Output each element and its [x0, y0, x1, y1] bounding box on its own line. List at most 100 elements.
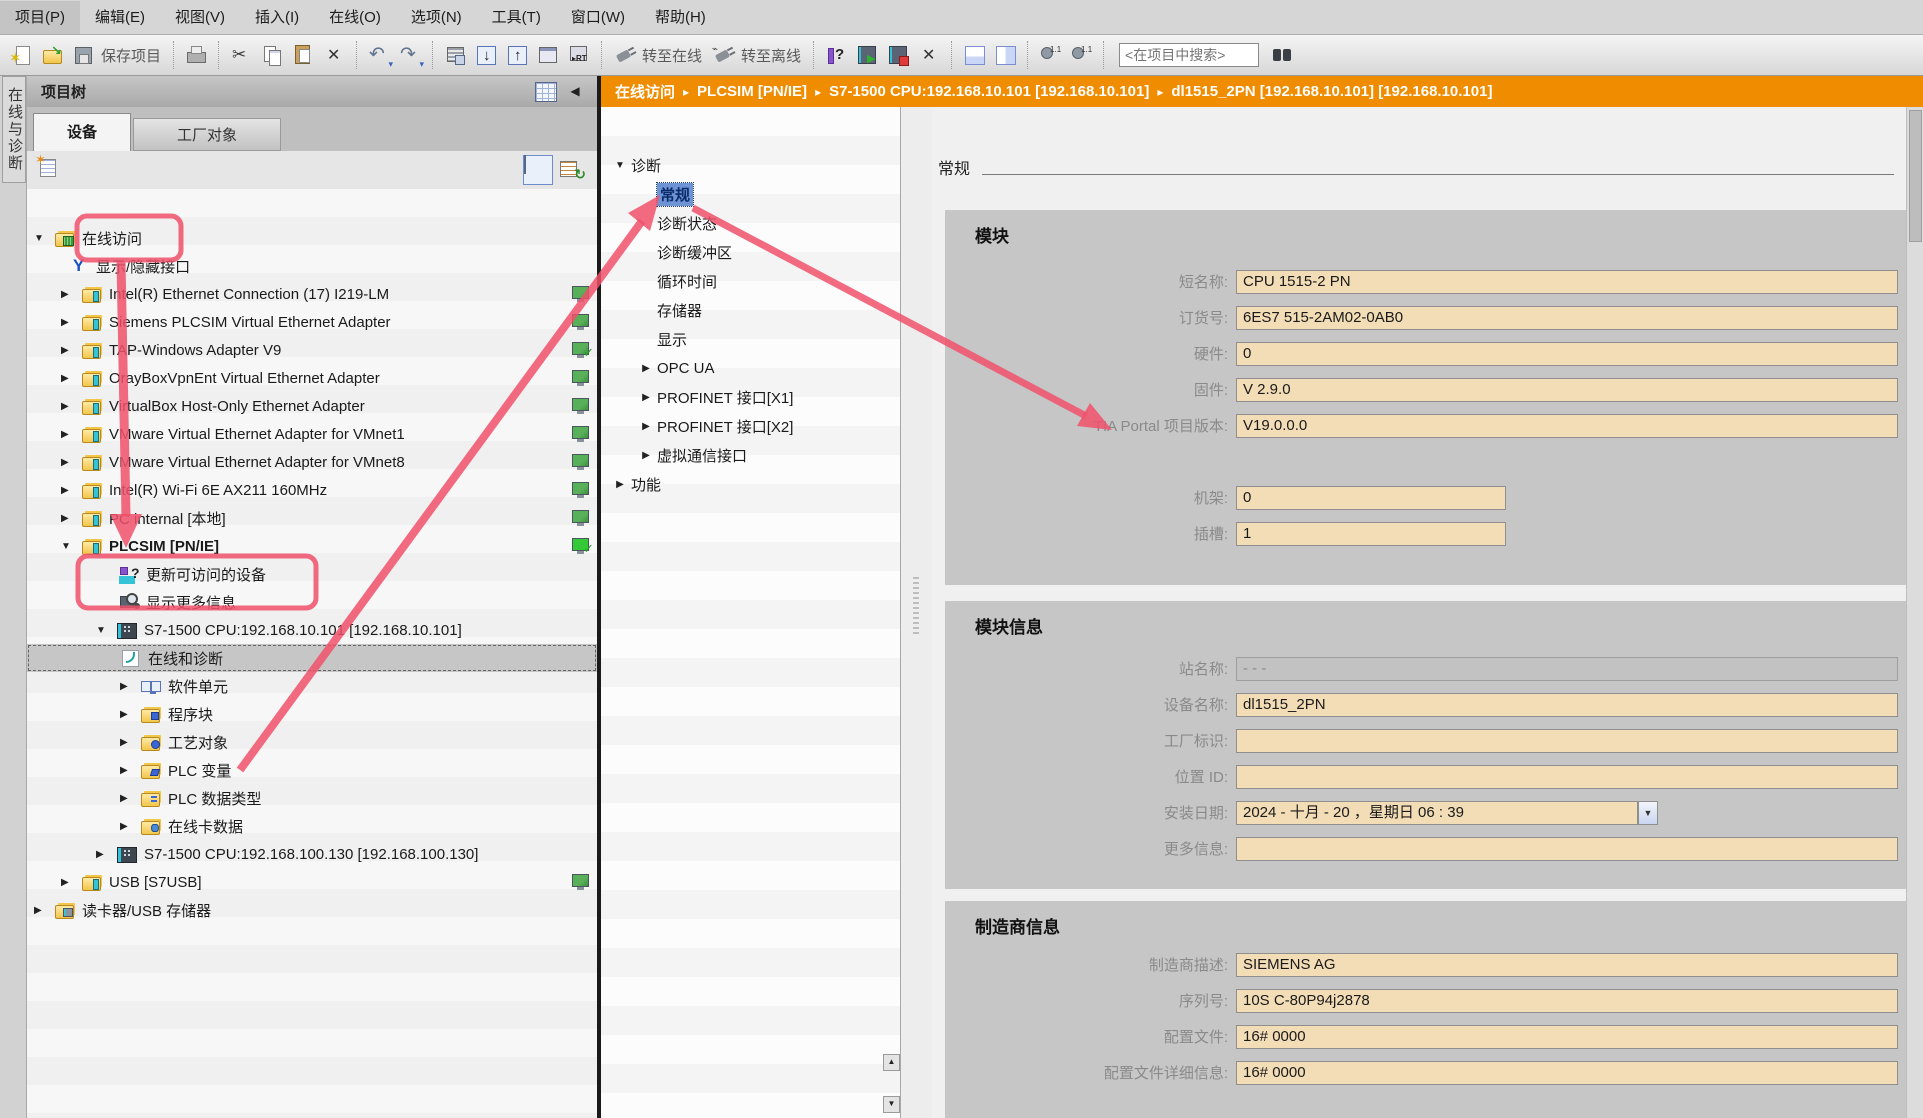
expander-closed-icon[interactable]: ▶	[96, 849, 116, 860]
tree-item-vmware-vmnet1[interactable]: ▶VMware Virtual Ethernet Adapter for VMn…	[27, 420, 597, 448]
go-offline-icon[interactable]: ⌁	[710, 42, 737, 69]
field-value-manufacturer-description[interactable]: SIEMENS AG	[1236, 953, 1898, 977]
expander-closed-icon[interactable]: ▶	[120, 737, 140, 748]
collapse-panel-icon[interactable]: ◀	[565, 82, 585, 100]
start-runtime-icon[interactable]	[566, 42, 593, 69]
diag-item-profinet-x2[interactable]: ▶PROFINET 接口[X2]	[601, 412, 933, 441]
cross-reference-icon[interactable]	[916, 42, 943, 69]
tree-item-plcsim-pnie[interactable]: ▼PLCSIM [PN/IE]✓	[27, 532, 597, 560]
split-horizontal-icon[interactable]	[961, 42, 988, 69]
download-hmi-icon[interactable]	[535, 42, 562, 69]
field-value-plant-designation[interactable]	[1236, 729, 1898, 753]
details-view-icon[interactable]	[523, 155, 553, 185]
diag-item-diagnostics[interactable]: ▼诊断	[601, 151, 907, 180]
tree-item-update-accessible-devices[interactable]: 更新可访问的设备	[27, 560, 597, 588]
tree-item-pc-internal[interactable]: ▶PC internal [本地]	[27, 504, 597, 532]
tree-item-intel-wifi[interactable]: ▶Intel(R) Wi-Fi 6E AX211 160MHz	[27, 476, 597, 504]
tree-item-plc-data-types[interactable]: ▶PLC 数据类型	[27, 784, 597, 812]
menu-item-5[interactable]: 选项(N)	[396, 1, 477, 34]
diag-item-profinet-x1[interactable]: ▶PROFINET 接口[X1]	[601, 383, 933, 412]
tab-plant-objects[interactable]: 工厂对象	[133, 118, 281, 151]
field-value-rack[interactable]: 0	[1236, 486, 1506, 510]
tree-item-virtualbox-adapter[interactable]: ▶VirtualBox Host-Only Ethernet Adapter	[27, 392, 597, 420]
tree-item-show-hide-interfaces[interactable]: 显示/隐藏接口	[27, 252, 597, 280]
tree-item-online-access[interactable]: ▼在线访问	[27, 224, 597, 252]
tree-item-oraybox-vpn-adapter[interactable]: ▶OrayBoxVpnEnt Virtual Ethernet Adapter	[27, 364, 597, 392]
print-icon[interactable]	[183, 42, 210, 69]
field-value-device-name[interactable]: dl1515_2PN	[1236, 693, 1898, 717]
menu-item-4[interactable]: 在线(O)	[314, 1, 396, 34]
field-value-profile[interactable]: 16# 0000	[1236, 1025, 1898, 1049]
go-offline-label[interactable]: 转至离线	[741, 45, 801, 66]
tree-item-show-more-info[interactable]: 显示更多信息	[27, 588, 597, 616]
expander-closed-icon[interactable]: ▶	[120, 793, 140, 804]
scroll-up-button[interactable]: ▲	[883, 1054, 900, 1071]
field-value-slot[interactable]: 1	[1236, 522, 1506, 546]
undo-icon[interactable]	[366, 42, 393, 69]
field-value-tia-portal-project-version[interactable]: V19.0.0.0	[1236, 414, 1898, 438]
new-project-icon[interactable]	[8, 42, 35, 69]
menu-item-7[interactable]: 窗口(W)	[556, 1, 640, 34]
field-value-serial-number[interactable]: 10S C-80P94j2878	[1236, 989, 1898, 1013]
detail-scrollbar[interactable]	[1906, 107, 1923, 1118]
menu-item-1[interactable]: 编辑(E)	[80, 1, 160, 34]
date-dropdown-button[interactable]: ▼	[1638, 801, 1658, 825]
field-value-profile-details[interactable]: 16# 0000	[1236, 1061, 1898, 1085]
field-value-additional-info[interactable]	[1236, 837, 1898, 861]
tree-item-tap-windows-adapter[interactable]: ▶TAP-Windows Adapter V9✓	[27, 336, 597, 364]
go-online-icon[interactable]	[611, 42, 638, 69]
tree-item-s7-1500-cpu-101[interactable]: ▼S7-1500 CPU:192.168.10.101 [192.168.10.…	[27, 616, 597, 644]
expander-open-icon[interactable]: ▼	[34, 233, 54, 244]
redo-icon[interactable]	[397, 42, 424, 69]
expander-closed-icon[interactable]: ▶	[120, 709, 140, 720]
tree-item-online-card-data[interactable]: ▶在线卡数据	[27, 812, 597, 840]
online-diagnostics-rail-tab[interactable]: 在线与诊断	[2, 76, 26, 183]
tree-item-intel-ethernet[interactable]: ▶Intel(R) Ethernet Connection (17) I219-…	[27, 280, 597, 308]
go-online-label[interactable]: 转至在线	[642, 45, 702, 66]
expander-closed-icon[interactable]: ▶	[61, 289, 81, 300]
paste-icon[interactable]	[290, 42, 317, 69]
expander-closed-icon[interactable]: ▶	[120, 681, 140, 692]
menu-item-8[interactable]: 帮助(H)	[640, 1, 721, 34]
field-value-firmware[interactable]: V 2.9.0	[1236, 378, 1898, 402]
tree-item-software-units[interactable]: ▶软件单元	[27, 672, 597, 700]
field-value-hardware[interactable]: 0	[1236, 342, 1898, 366]
start-cpu-icon[interactable]	[854, 42, 881, 69]
expander-closed-icon[interactable]: ▶	[61, 877, 81, 888]
expander-closed-icon[interactable]: ▶	[34, 905, 54, 916]
download-to-device-icon[interactable]	[473, 42, 500, 69]
expander-closed-icon[interactable]: ▶	[61, 457, 81, 468]
panel-splitter[interactable]	[901, 107, 933, 1118]
keep-layout-icon-2[interactable]	[1068, 42, 1095, 69]
tree-view-options-icon[interactable]	[535, 82, 557, 102]
refresh-view-icon[interactable]	[559, 157, 585, 183]
diag-item-opc-ua[interactable]: ▶OPC UA	[601, 354, 933, 383]
expander-closed-icon[interactable]: ▶	[61, 401, 81, 412]
tree-item-card-reader-usb[interactable]: ▶读卡器/USB 存储器	[27, 896, 597, 924]
scrollbar-thumb[interactable]	[1909, 110, 1922, 242]
expander-closed-icon[interactable]: ▶	[61, 373, 81, 384]
field-value-installation-date[interactable]: 2024 - 十月 - 20 ，星期日 06 : 39	[1236, 801, 1638, 825]
keep-layout-icon-1[interactable]	[1037, 42, 1064, 69]
expander-closed-icon[interactable]: ▶	[61, 513, 81, 524]
tree-item-s7-1500-cpu-130[interactable]: ▶S7-1500 CPU:192.168.100.130 [192.168.10…	[27, 840, 597, 868]
breadcrumb-item-0[interactable]: 在线访问	[615, 81, 675, 102]
field-value-short-name[interactable]: CPU 1515-2 PN	[1236, 270, 1898, 294]
tree-item-program-blocks[interactable]: ▶程序块	[27, 700, 597, 728]
expander-closed-icon[interactable]: ▶	[120, 765, 140, 776]
search-binoculars-icon[interactable]	[1269, 42, 1296, 69]
stop-cpu-icon[interactable]	[885, 42, 912, 69]
menu-item-3[interactable]: 插入(I)	[240, 1, 314, 34]
expander-open-icon[interactable]: ▼	[609, 160, 631, 171]
new-item-icon[interactable]	[37, 156, 64, 183]
open-project-icon[interactable]	[39, 42, 66, 69]
accessible-devices-icon[interactable]	[823, 42, 850, 69]
compile-icon[interactable]	[442, 42, 469, 69]
tree-item-technology-objects[interactable]: ▶工艺对象	[27, 728, 597, 756]
project-search-input[interactable]	[1119, 43, 1259, 67]
expander-closed-icon[interactable]: ▶	[120, 821, 140, 832]
split-vertical-icon[interactable]	[992, 42, 1019, 69]
breadcrumb-item-2[interactable]: S7-1500 CPU:192.168.10.101 [192.168.10.1…	[829, 83, 1149, 100]
copy-icon[interactable]	[259, 42, 286, 69]
tab-devices[interactable]: 设备	[33, 113, 131, 151]
